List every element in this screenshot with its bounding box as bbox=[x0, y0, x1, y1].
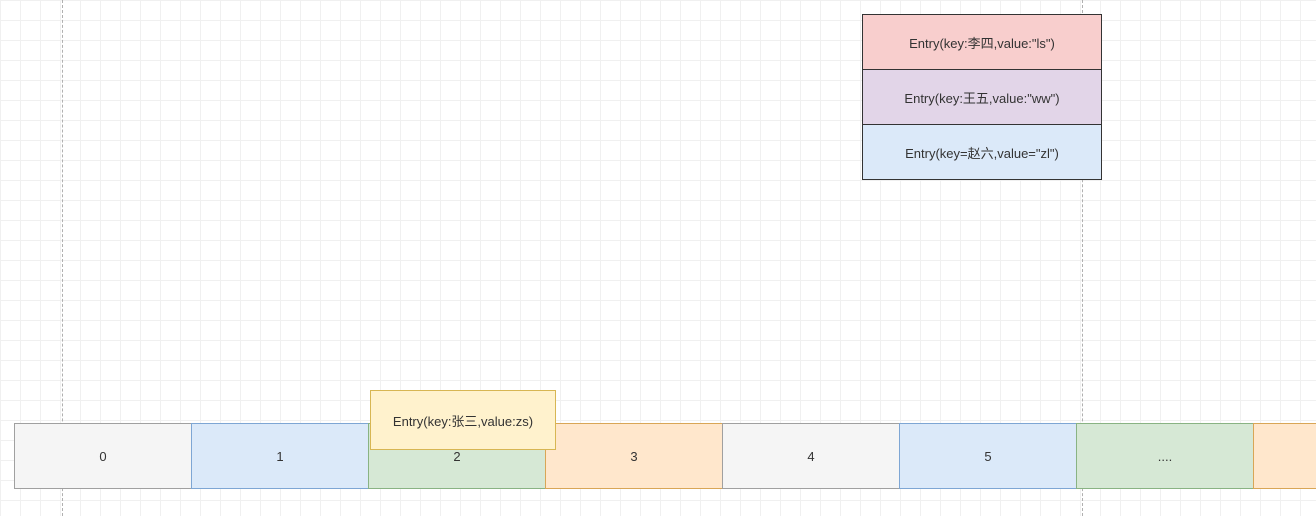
array-cell: 3 bbox=[545, 423, 723, 489]
array-cell: 4 bbox=[722, 423, 900, 489]
entry-box: Entry(key=赵六,value="zl") bbox=[862, 124, 1102, 180]
entry-stack: Entry(key:李四,value:"ls") Entry(key:王五,va… bbox=[862, 14, 1102, 180]
entry-box: Entry(key:王五,value:"ww") bbox=[862, 69, 1102, 125]
entry-box: Entry(key:李四,value:"ls") bbox=[862, 14, 1102, 70]
array-cell: 0 bbox=[14, 423, 192, 489]
array-cell: 1 bbox=[191, 423, 369, 489]
array-cell: 15 bbox=[1253, 423, 1316, 489]
hash-array: 0 1 2 3 4 5 .... 15 bbox=[14, 423, 1316, 489]
array-cell: 5 bbox=[899, 423, 1077, 489]
diagram-canvas: Entry(key:李四,value:"ls") Entry(key:王五,va… bbox=[0, 0, 1316, 516]
entry-over-array: Entry(key:张三,value:zs) bbox=[370, 390, 556, 450]
array-cell: .... bbox=[1076, 423, 1254, 489]
